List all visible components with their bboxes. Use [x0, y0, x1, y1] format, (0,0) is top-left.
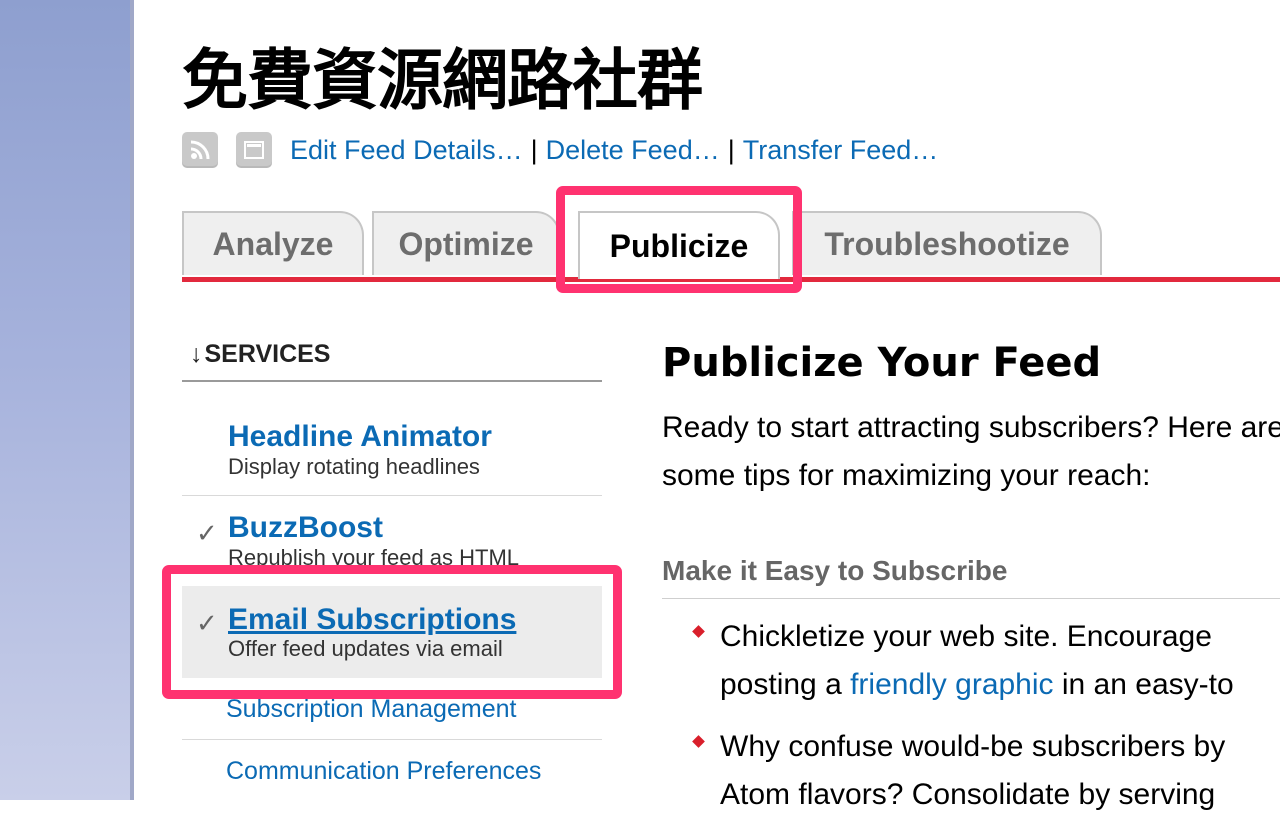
check-icon: ✓ — [196, 518, 218, 548]
sub-rule — [182, 739, 602, 740]
friendly-graphic-link[interactable]: friendly graphic — [850, 668, 1053, 701]
intro-text: Ready to start attracting subscribers? H… — [662, 411, 1280, 492]
service-description: Display rotating headlines — [228, 454, 480, 479]
left-rail — [0, 0, 130, 800]
page-title: Publicize Your Feed — [662, 340, 1102, 386]
service-title[interactable]: BuzzBoost — [228, 511, 383, 545]
transfer-feed-link[interactable]: Transfer Feed… — [743, 135, 939, 166]
tab-optimize[interactable]: Optimize — [372, 211, 560, 275]
tip-text: posting a — [720, 668, 851, 701]
tip-line: Why confuse would-be subscribers by — [720, 730, 1226, 763]
service-headline-animator[interactable]: Headline Animator Display rotating headl… — [182, 420, 602, 496]
subscription-management-link[interactable]: Subscription Management — [226, 695, 516, 724]
tab-troubleshootize[interactable]: Troubleshootize — [792, 211, 1102, 275]
service-description: Republish your feed as HTML — [228, 545, 520, 570]
tab-analyze[interactable]: Analyze — [182, 211, 364, 275]
section-rule — [662, 598, 1280, 599]
left-rail-edge — [130, 0, 134, 800]
feed-title: 免費資源網路社群 — [182, 42, 703, 119]
edit-feed-details-link[interactable]: Edit Feed Details… — [290, 135, 523, 166]
tab-bar: Analyze Optimize Publicize Troubleshooti… — [182, 211, 1280, 279]
tip-line: posting a friendly graphic in an easy-to — [720, 661, 1280, 709]
delete-feed-link[interactable]: Delete Feed… — [546, 135, 720, 166]
separator: | — [727, 134, 735, 165]
window-icon[interactable] — [236, 132, 272, 168]
services-heading-label: SERVICES — [204, 340, 331, 368]
feed-actions: Edit Feed Details… | Delete Feed… | Tran… — [182, 131, 938, 169]
services-rule — [182, 380, 602, 382]
tip-text: in an easy-to — [1053, 668, 1234, 701]
service-title[interactable]: Email Subscriptions — [228, 603, 516, 637]
tip-line: Chickletize your web site. Encourage — [720, 620, 1212, 653]
service-description: Offer feed updates via email — [228, 636, 503, 661]
diamond-bullet-icon — [692, 625, 705, 638]
tip-item: Chickletize your web site. Encourage pos… — [690, 613, 1280, 709]
check-icon: ✓ — [196, 608, 218, 638]
tip-item: Why confuse would-be subscribers by Atom… — [690, 723, 1280, 819]
section-heading: Make it Easy to Subscribe — [662, 555, 1008, 586]
services-heading: ↓SERVICES — [190, 340, 330, 369]
tip-line: Atom flavors? Consolidate by serving — [720, 778, 1216, 811]
separator: | — [530, 134, 538, 165]
service-email-subscriptions[interactable]: ✓ Email Subscriptions Offer feed updates… — [182, 586, 602, 678]
rss-feed-icon[interactable] — [182, 132, 218, 168]
diamond-bullet-icon — [692, 735, 705, 748]
service-buzzboost[interactable]: ✓ BuzzBoost Republish your feed as HTML — [182, 511, 602, 584]
service-title[interactable]: Headline Animator — [228, 420, 492, 454]
tab-publicize[interactable]: Publicize — [578, 211, 780, 279]
communication-preferences-link[interactable]: Communication Preferences — [226, 757, 541, 786]
down-arrow-icon: ↓ — [190, 340, 203, 368]
